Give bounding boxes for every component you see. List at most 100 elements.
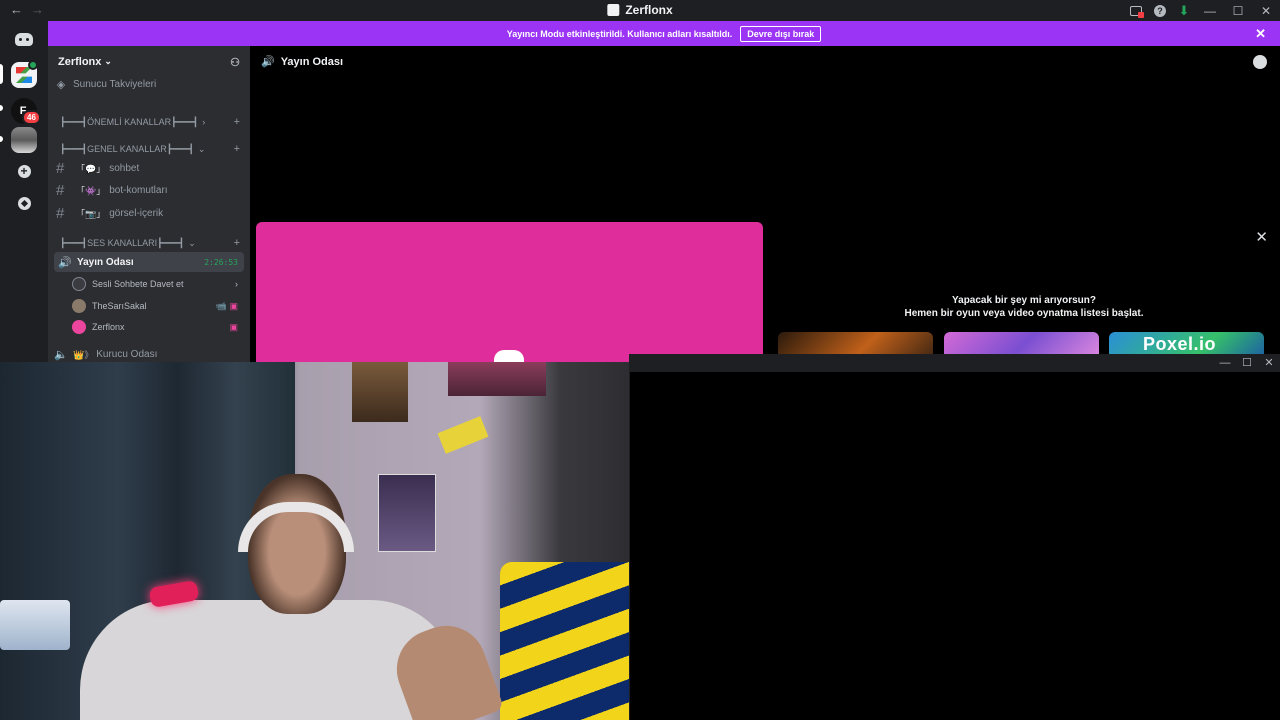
channel-emoji: 「📷」 <box>76 208 106 219</box>
channel-title: Yayın Odası <box>280 55 344 68</box>
participant-tile[interactable] <box>256 222 763 362</box>
category-onemli-kanallar[interactable]: ┣━━━┫ÖNEMLİ KANALLAR┣━━━┫ › + <box>54 115 244 129</box>
server-notification-dot <box>28 60 38 70</box>
voice-channel-name: Yayın Odası <box>77 256 134 268</box>
voice-timer: 2:26:53 <box>204 257 238 267</box>
create-channel-icon[interactable]: + <box>234 143 240 155</box>
app-title: Zerflonx <box>607 3 673 17</box>
server-list: F. 46 + <box>0 21 48 362</box>
server-name: Zerflonx <box>58 55 102 68</box>
voice-channel-icon: 🔊 <box>261 56 275 68</box>
banner-message: Yayıncı Modu etkinleştirildi. Kullanıcı … <box>506 28 733 39</box>
unread-indicator <box>0 136 3 142</box>
banner-close-icon[interactable]: ✕ <box>1255 26 1266 42</box>
direct-messages-button[interactable] <box>11 26 37 52</box>
close-icon[interactable]: ✕ <box>1255 228 1268 246</box>
team-flag <box>500 562 639 720</box>
voice-channel-yayin-odasi[interactable]: 🔊 Yayın Odası 2:26:53 <box>54 252 244 272</box>
wall-sticker <box>437 416 489 454</box>
close-button[interactable]: ✕ <box>1252 0 1280 21</box>
discord-avatar-icon <box>494 350 524 362</box>
back-arrow-icon[interactable]: ← <box>10 2 23 17</box>
chevron-down-icon: ⌄ <box>188 237 196 248</box>
channel-bot-komutlari[interactable]: # 「👾」 bot-komutları <box>54 181 244 199</box>
popout-window: — ☐ ✕ <box>629 354 1280 720</box>
speaker-icon: 🔈 <box>54 348 68 361</box>
server-icon-photo[interactable] <box>11 127 37 153</box>
activity-subtitle: Hemen bir oyun veya video oynatma listes… <box>904 308 1144 319</box>
voice-user-thesarisakal[interactable]: TheSarıSakal 📹 ▣ <box>54 298 244 314</box>
text-channel-icon: # <box>56 204 65 222</box>
live-icon: ▣ <box>229 321 238 332</box>
invite-to-voice-item[interactable]: Sesli Sohbete Davet et › <box>54 276 244 292</box>
voice-user-name: TheSarıSakal <box>92 301 147 311</box>
plus-icon: + <box>17 164 31 178</box>
category-genel-kanallar[interactable]: ┣━━━┫GENEL KANALLAR┣━━━┫ ⌄ + <box>54 142 244 156</box>
invite-user-icon <box>72 277 86 291</box>
wall-poster <box>352 362 408 422</box>
text-channel-icon: # <box>56 159 65 177</box>
speaker-icon: 🔊 <box>58 256 72 269</box>
channel-name: görsel-içerik <box>109 207 164 219</box>
wall-poster <box>378 474 436 552</box>
selected-server-indicator <box>0 64 3 84</box>
compass-icon <box>17 196 31 210</box>
disable-streamer-mode-button[interactable]: Devre dışı bırak <box>740 25 822 42</box>
category-label: ┣━━━┫ÖNEMLİ KANALLAR┣━━━┫ <box>60 116 199 127</box>
channel-gorsel-icerik[interactable]: # 「📷」 görsel-içerik <box>54 204 244 222</box>
server-logo-icon <box>607 4 620 16</box>
voice-channel-name: Kurucu Odası <box>96 348 158 360</box>
chat-bubble-icon[interactable] <box>1253 55 1267 69</box>
webcam-overlay <box>0 362 639 720</box>
invite-label: Sesli Sohbete Davet et <box>92 279 184 289</box>
nav-buttons: ← → <box>10 2 44 17</box>
channel-name: sohbet <box>109 162 140 174</box>
text-channel-icon: # <box>56 181 65 199</box>
channel-emoji: 「💬」 <box>76 163 106 174</box>
invite-people-icon[interactable]: ⚇ <box>230 56 240 69</box>
chevron-down-icon: ⌄ <box>197 143 206 154</box>
category-label: ┣━━━┫SES KANALLARI┣━━━┫ <box>60 237 185 248</box>
chevron-down-icon: ⌄ <box>104 56 112 66</box>
channel-emoji: 「👾」 <box>76 185 106 196</box>
boost-gem-icon: ◈ <box>56 78 66 91</box>
popout-controls: — ☐ ✕ <box>1214 354 1280 372</box>
minimize-button[interactable]: — <box>1196 0 1224 21</box>
wall-poster <box>448 362 546 396</box>
screen-share-icon[interactable] <box>1124 0 1148 21</box>
activity-title: Yapacak bir şey mi arıyorsun? <box>952 295 1096 306</box>
chevron-right-icon: › <box>235 279 238 289</box>
category-ses-kanallari[interactable]: ┣━━━┫SES KANALLARI┣━━━┫ ⌄ + <box>54 236 244 250</box>
video-live-icon: 📹 ▣ <box>215 300 238 311</box>
activity-suggestion-panel: ✕ Yapacak bir şey mi arıyorsun? Hemen bi… <box>768 222 1280 362</box>
close-button[interactable]: ✕ <box>1258 354 1280 372</box>
discord-logo-icon <box>15 32 33 46</box>
voice-user-name: Zerflonx <box>92 322 125 332</box>
add-server-button[interactable]: + <box>11 158 37 184</box>
maximize-button[interactable]: ☐ <box>1236 354 1258 372</box>
download-icon[interactable]: ⬇ <box>1172 0 1196 21</box>
explore-servers-button[interactable] <box>11 190 37 216</box>
server-header[interactable]: Zerflonx ⌄ ⚇ <box>48 46 250 77</box>
help-icon[interactable]: ? <box>1148 0 1172 21</box>
popout-title-bar <box>630 354 1280 372</box>
chevron-right-icon: › <box>202 117 206 127</box>
create-channel-icon[interactable]: + <box>234 237 240 249</box>
channel-name: bot-komutları <box>109 184 168 196</box>
zerflonx-logo-icon <box>16 67 32 83</box>
avatar <box>72 299 86 313</box>
voice-user-zerflonx[interactable]: Zerflonx ▣ <box>54 319 244 335</box>
tissue-box <box>0 600 70 650</box>
titlebar-controls: ? ⬇ — ☐ ✕ <box>1124 0 1280 21</box>
minimize-button[interactable]: — <box>1214 354 1236 372</box>
activity-card-title: Poxel.io <box>1143 334 1217 354</box>
forward-arrow-icon[interactable]: → <box>31 2 44 17</box>
create-channel-icon[interactable]: + <box>234 116 240 128</box>
server-boosts-item[interactable]: ◈ Sunucu Takviyeleri <box>54 77 244 91</box>
channel-sohbet[interactable]: # 「💬」 sohbet <box>54 159 244 177</box>
category-label: ┣━━━┫GENEL KANALLAR┣━━━┫ <box>60 143 194 154</box>
unread-indicator <box>0 105 3 111</box>
title-bar: ← → Zerflonx ? ⬇ — ☐ ✕ <box>0 0 1280 21</box>
voice-channel-kurucu-odasi[interactable]: 🔈 👑》 Kurucu Odası <box>54 347 244 361</box>
maximize-button[interactable]: ☐ <box>1224 0 1252 21</box>
